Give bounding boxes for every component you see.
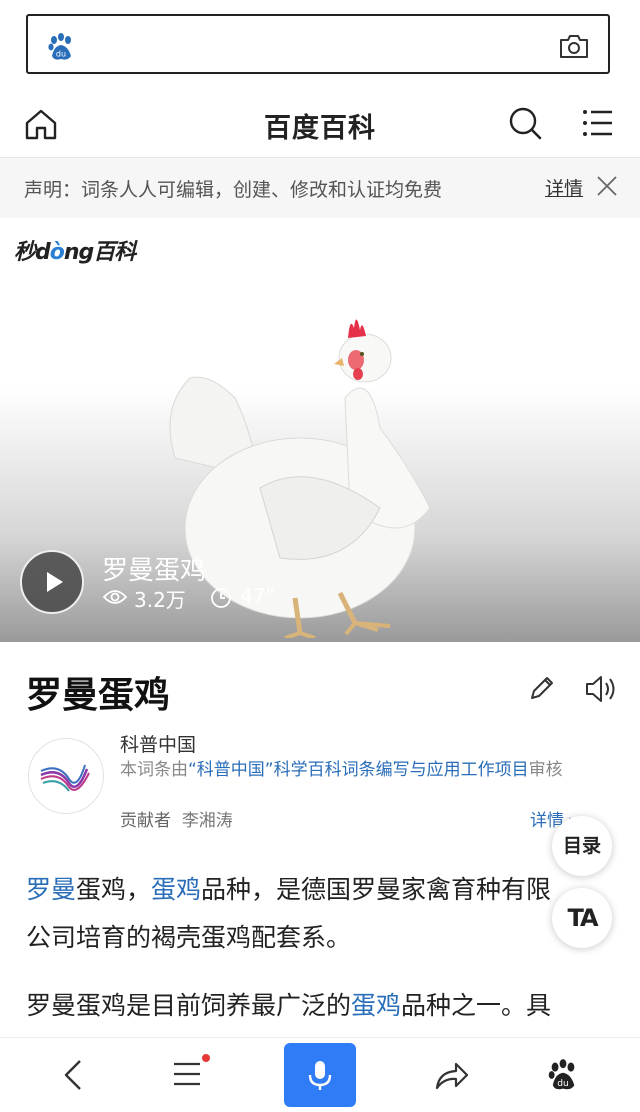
video-player[interactable]: 秒dòng百科 罗曼蛋鸡 3.2万 47" <box>0 218 640 642</box>
speaker-icon[interactable] <box>584 674 618 704</box>
certification-project-link[interactable]: “科普中国”科学百科词条编写与应用工作项目 <box>188 760 529 780</box>
eye-icon <box>102 590 128 604</box>
notification-dot <box>202 1054 210 1062</box>
kepu-china-logo <box>28 738 104 814</box>
video-duration: 47" <box>240 584 275 608</box>
bottom-toolbar: du <box>0 1037 640 1112</box>
play-icon <box>47 572 63 592</box>
top-nav: 百度百科 <box>0 94 640 154</box>
baidu-paw-icon: du <box>48 33 71 60</box>
table-of-contents-button[interactable]: 目录 <box>552 816 612 876</box>
play-button[interactable] <box>20 550 84 614</box>
kepu-logo-icon <box>40 764 90 792</box>
microphone-icon <box>308 1061 332 1090</box>
camera-icon[interactable] <box>558 31 590 61</box>
certification-description: 本词条由“科普中国”科学百科词条编写与应用工作项目审核 <box>120 760 563 780</box>
view-count: 3.2万 <box>134 588 186 612</box>
notice-detail-link[interactable]: 详情 <box>545 174 583 201</box>
page-title: 百度百科 <box>264 113 376 144</box>
search-icon[interactable] <box>508 106 542 140</box>
menu-icon[interactable] <box>582 108 614 138</box>
notice-bar: 声明：词条人人可编辑，创建、修改和认证均免费 详情 <box>0 157 640 219</box>
link-layer-hen-2[interactable]: 蛋鸡 <box>351 991 401 1020</box>
link-luoman[interactable]: 罗曼 <box>26 875 76 904</box>
link-layer-hen[interactable]: 蛋鸡 <box>151 875 201 904</box>
paragraph-1: 罗曼蛋鸡，蛋鸡品种，是德国罗曼家禽育种有限 公司培育的褐壳蛋鸡配套系。 <box>26 875 552 952</box>
voice-search-button[interactable] <box>284 1043 356 1107</box>
contributor-name[interactable]: 李湘涛 <box>182 811 233 831</box>
edit-icon[interactable] <box>528 674 556 702</box>
notice-text: 声明：词条人人可编辑，创建、修改和认证均免费 <box>24 179 443 201</box>
entry-title: 罗曼蛋鸡 <box>26 675 171 716</box>
baidu-paw-icon[interactable]: du <box>546 1058 580 1092</box>
hen-image <box>169 319 431 638</box>
clock-icon <box>211 588 231 608</box>
back-icon[interactable] <box>60 1058 88 1092</box>
contributor-line: 贡献者 李湘涛 <box>120 811 233 831</box>
certifier-name[interactable]: 科普中国 <box>120 730 196 757</box>
close-icon[interactable] <box>596 175 618 197</box>
search-box[interactable]: du <box>26 14 610 74</box>
svg-text:du: du <box>557 1079 568 1089</box>
svg-text:du: du <box>56 50 66 59</box>
share-icon[interactable] <box>434 1058 470 1092</box>
miaodong-logo: 秒dòng百科 <box>14 240 136 265</box>
paragraph-2: 罗曼蛋鸡是目前饲养最广泛的蛋鸡品种之一。具 <box>26 991 552 1020</box>
text-size-button[interactable]: TA <box>552 888 612 948</box>
list-menu-icon[interactable] <box>172 1058 204 1090</box>
video-title: 罗曼蛋鸡 <box>102 556 207 586</box>
